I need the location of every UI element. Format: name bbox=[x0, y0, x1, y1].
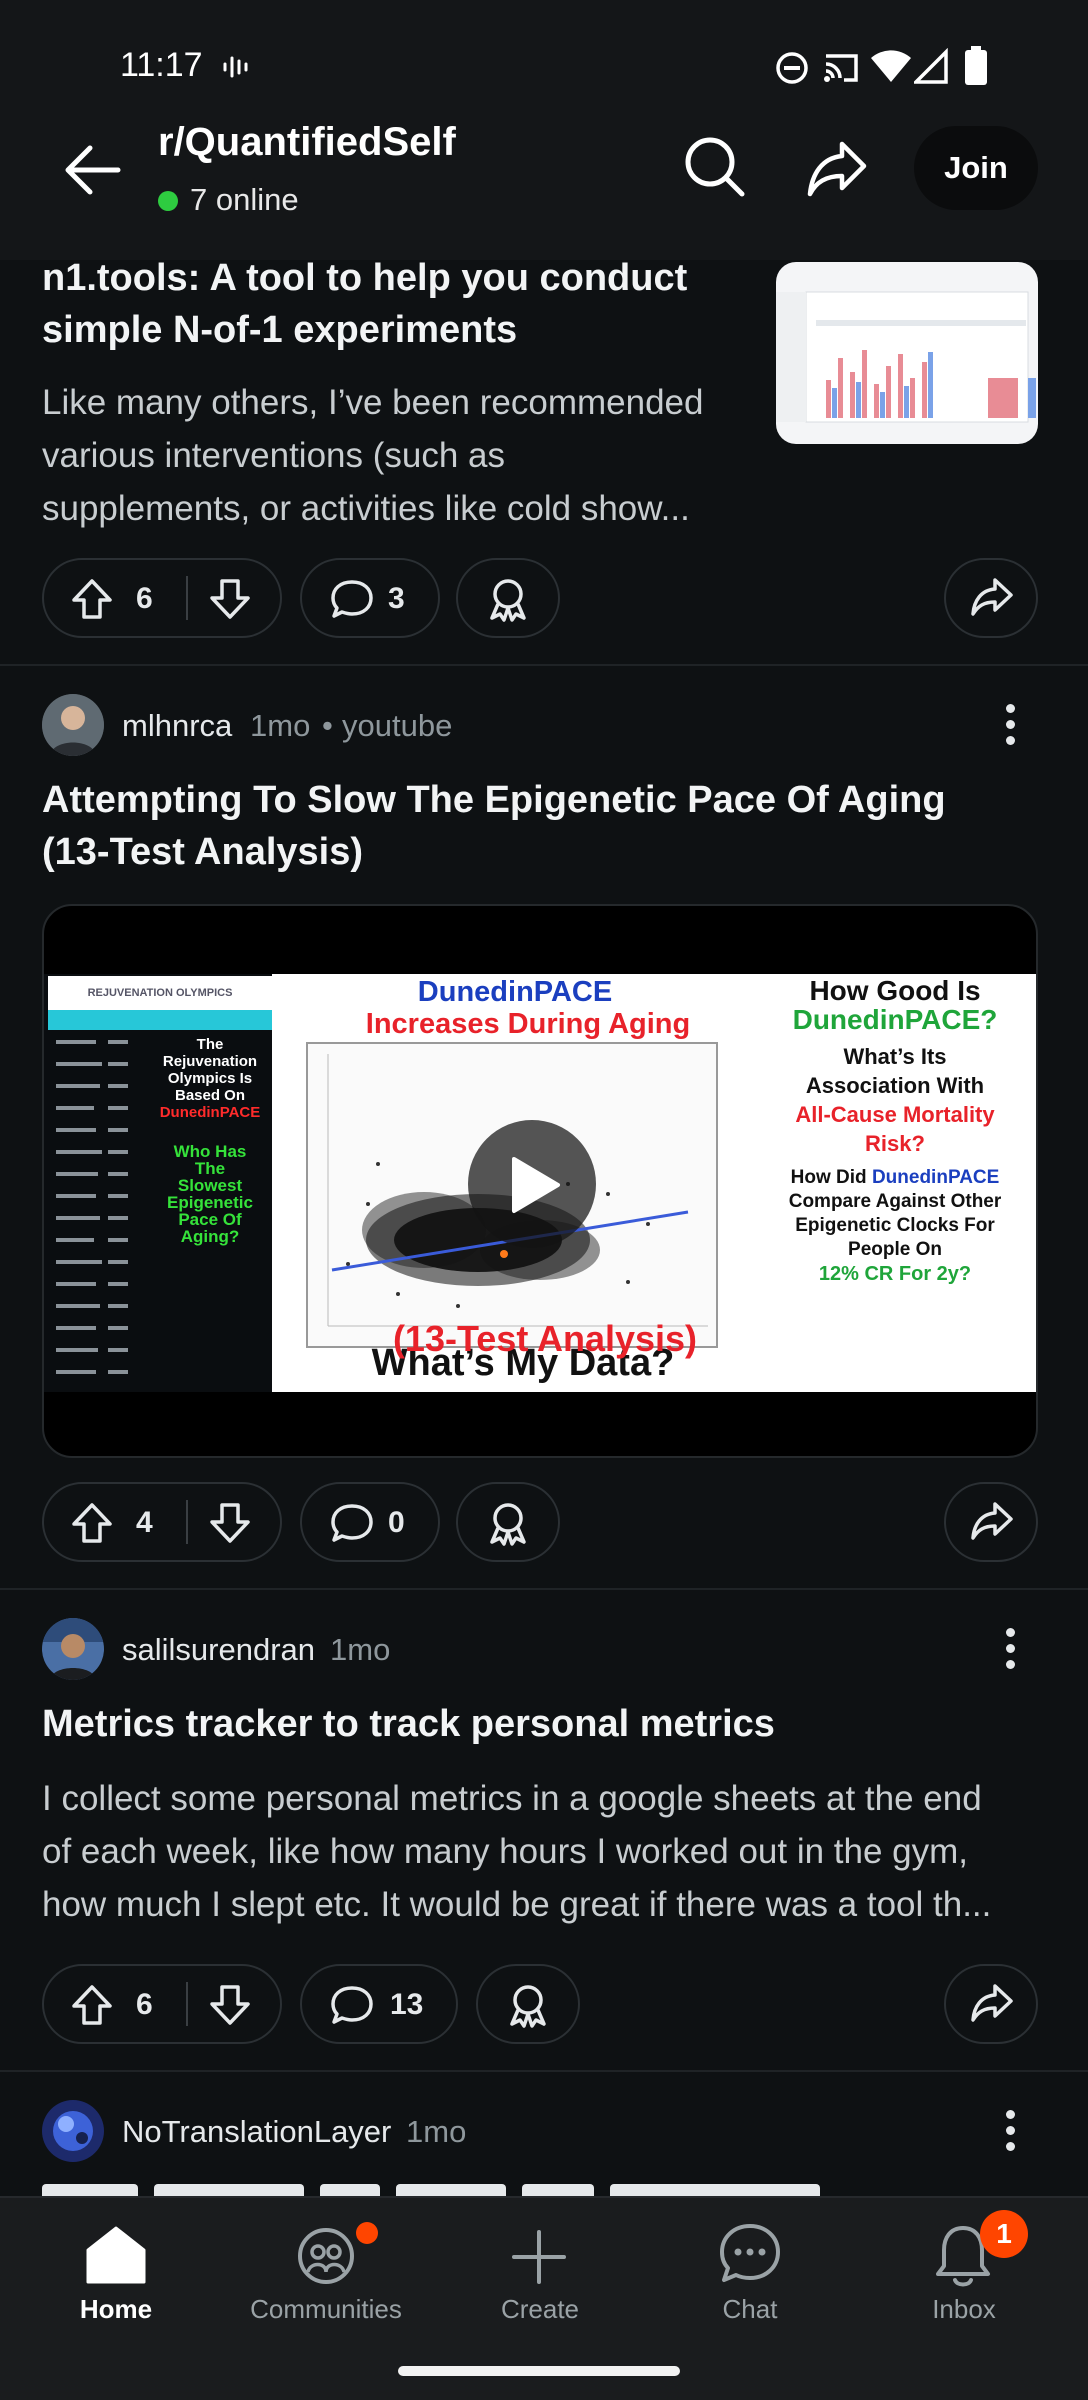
post-body: I collect some personal metrics in a goo… bbox=[42, 1779, 982, 1818]
status-bar: 11:17 bbox=[0, 0, 1088, 128]
play-button[interactable] bbox=[468, 1120, 596, 1248]
post-title-line2[interactable]: (13-Test Analysis) bbox=[42, 826, 1022, 878]
audio-icon bbox=[222, 52, 252, 82]
thumbnail-center-subtitle: Increases During Aging bbox=[365, 1008, 691, 1040]
online-indicator bbox=[158, 191, 178, 211]
comments-button[interactable] bbox=[300, 1964, 458, 2044]
thumbnail-left-panel: REJUVENATION OLYMPICS The Rejuvenation O… bbox=[44, 974, 272, 1392]
thumbnail-table-header bbox=[48, 1010, 272, 1030]
downvote-icon[interactable] bbox=[208, 1502, 252, 1544]
create-plus-icon[interactable] bbox=[508, 2226, 570, 2288]
award-icon bbox=[486, 576, 530, 622]
comment-icon bbox=[330, 1502, 374, 1544]
nav-communities[interactable]: Communities bbox=[226, 2294, 426, 2325]
post-thumbnail[interactable] bbox=[776, 262, 1038, 444]
post-title[interactable]: Metrics tracker to track personal metric… bbox=[42, 1698, 1022, 1750]
communities-icon[interactable] bbox=[296, 2222, 360, 2286]
subreddit-title[interactable]: r/QuantifiedSelf bbox=[158, 120, 456, 165]
award-icon bbox=[506, 1982, 550, 2028]
nav-inbox[interactable]: Inbox bbox=[864, 2294, 1064, 2325]
video-player[interactable]: REJUVENATION OLYMPICS The Rejuvenation O… bbox=[42, 904, 1038, 1458]
post-title-cutoff[interactable] bbox=[42, 2176, 822, 2196]
downvote-icon[interactable] bbox=[208, 578, 252, 620]
comment-count: 0 bbox=[388, 1506, 405, 1539]
signal-icon bbox=[914, 48, 948, 84]
vote-divider bbox=[186, 576, 188, 620]
avatar[interactable] bbox=[42, 2100, 104, 2162]
upvote-icon[interactable] bbox=[70, 578, 114, 620]
status-time: 11:17 bbox=[120, 46, 203, 84]
thumbnail-bottom-subtitle: (13-Test Analysis) bbox=[392, 1318, 698, 1359]
chat-icon[interactable] bbox=[718, 2222, 782, 2286]
comment-count: 13 bbox=[390, 1988, 424, 2021]
vote-count: 4 bbox=[136, 1506, 153, 1539]
post-source[interactable]: youtube bbox=[342, 708, 452, 744]
battery-icon bbox=[964, 46, 988, 86]
post-body-line2: various interventions (such as bbox=[42, 436, 505, 475]
thumbnail-center-title: DunedinPACE bbox=[417, 976, 613, 1008]
meta-separator: • bbox=[322, 708, 333, 743]
post-body-line3: supplements, or activities like cold sho… bbox=[42, 489, 690, 528]
more-options-icon[interactable] bbox=[1006, 704, 1016, 752]
upvote-icon[interactable] bbox=[70, 1502, 114, 1544]
avatar[interactable] bbox=[42, 1618, 104, 1680]
post-title[interactable]: Attempting To Slow The Epigenetic Pace O… bbox=[42, 774, 1022, 826]
downvote-icon[interactable] bbox=[208, 1984, 252, 2026]
vote-count: 6 bbox=[136, 582, 153, 615]
wifi-icon bbox=[870, 48, 912, 84]
back-arrow-icon[interactable] bbox=[58, 138, 128, 202]
post-divider bbox=[0, 1588, 1088, 1590]
nav-create[interactable]: Create bbox=[440, 2294, 640, 2325]
search-icon[interactable] bbox=[682, 134, 748, 200]
thumbnail-left-text: The Rejuvenation Olympics Is Based On Du… bbox=[159, 1036, 261, 1246]
post-body-line3: how much I slept etc. It would be great … bbox=[42, 1885, 992, 1924]
post-body: Like many others, I’ve been recommended bbox=[42, 383, 704, 422]
post-time: 1mo bbox=[330, 1632, 391, 1667]
nav-chat[interactable]: Chat bbox=[650, 2294, 850, 2325]
share-icon[interactable] bbox=[806, 138, 870, 198]
post-divider bbox=[0, 2070, 1088, 2072]
post-body-line2: of each week, like how many hours I work… bbox=[42, 1832, 969, 1871]
post-time: 1mo bbox=[250, 708, 311, 743]
comment-icon bbox=[330, 1984, 374, 2026]
home-icon[interactable] bbox=[84, 2224, 148, 2284]
online-count: 7 online bbox=[190, 182, 299, 217]
join-button[interactable]: Join bbox=[914, 126, 1038, 210]
post-author[interactable]: NoTranslationLayer bbox=[122, 2114, 391, 2150]
nav-home[interactable]: Home bbox=[16, 2294, 216, 2325]
share-icon bbox=[970, 576, 1014, 618]
comment-icon bbox=[330, 578, 374, 620]
avatar[interactable] bbox=[42, 694, 104, 756]
communities-notification-dot bbox=[356, 2222, 378, 2244]
upvote-icon[interactable] bbox=[70, 1984, 114, 2026]
post-author[interactable]: mlhnrca bbox=[122, 708, 232, 744]
comment-count: 3 bbox=[388, 582, 405, 615]
post-divider bbox=[0, 664, 1088, 666]
more-options-icon[interactable] bbox=[1006, 2110, 1016, 2158]
play-icon bbox=[512, 1157, 560, 1213]
vote-divider bbox=[186, 1982, 188, 2026]
post-time: 1mo bbox=[406, 2114, 467, 2149]
thumbnail-brand: REJUVENATION OLYMPICS bbox=[48, 976, 272, 1012]
do-not-disturb-icon bbox=[774, 50, 810, 86]
cast-icon bbox=[822, 50, 862, 86]
vote-count: 6 bbox=[136, 1988, 153, 2021]
share-icon bbox=[970, 1500, 1014, 1542]
post-author[interactable]: salilsurendran bbox=[122, 1632, 315, 1668]
home-indicator[interactable] bbox=[398, 2366, 680, 2376]
award-icon bbox=[486, 1500, 530, 1546]
thumbnail-right-text: How Good Is DunedinPACE? What’s Its Asso… bbox=[788, 975, 1002, 1285]
more-options-icon[interactable] bbox=[1006, 1628, 1016, 1676]
inbox-badge: 1 bbox=[980, 2210, 1028, 2258]
vote-divider bbox=[186, 1500, 188, 1544]
share-icon bbox=[970, 1982, 1014, 2024]
